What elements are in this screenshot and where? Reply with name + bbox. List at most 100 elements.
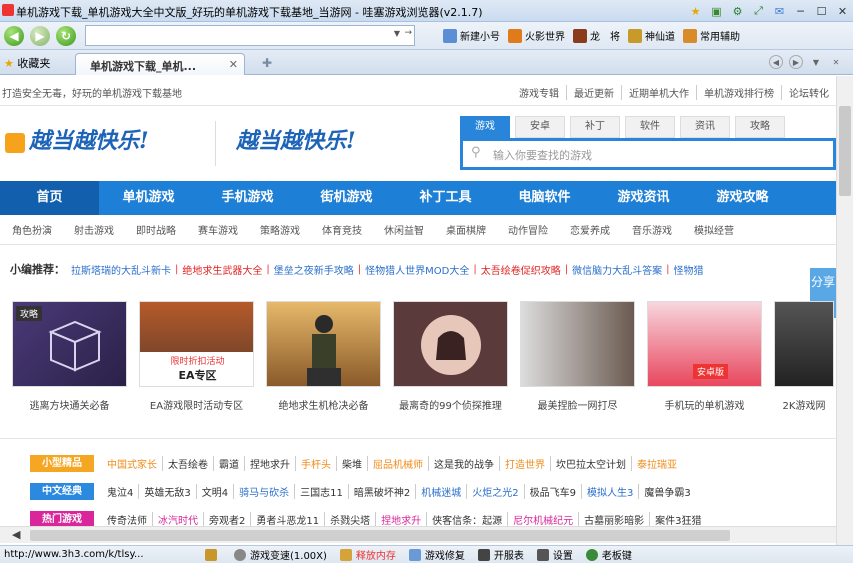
close-button[interactable]: ✕ bbox=[832, 2, 853, 20]
tab-active[interactable]: 单机游戏下载_单机... ✕ bbox=[75, 53, 245, 75]
gear-icon[interactable]: ⚙ bbox=[727, 2, 748, 20]
game-card[interactable]: 限时折扣活动 EA专区 EA游戏限时活动专区 bbox=[139, 301, 254, 421]
game-card[interactable]: 安卓版 手机玩的单机游戏 bbox=[647, 301, 762, 421]
game-card[interactable]: 2K游戏网 bbox=[774, 301, 834, 421]
game-link[interactable]: 案件3狂猎 bbox=[649, 511, 706, 527]
recommend-link[interactable]: 怪物猎人世界MOD大全 bbox=[365, 262, 469, 277]
status-item[interactable]: 开服表 bbox=[477, 547, 524, 562]
chevron-down-icon[interactable]: ▼ bbox=[394, 29, 400, 38]
sub-nav-item[interactable]: 恋爱养成 bbox=[570, 222, 610, 237]
search-tab[interactable]: 游戏 bbox=[460, 116, 510, 138]
game-link[interactable]: 坎巴拉太空计划 bbox=[550, 455, 631, 471]
recommend-link[interactable]: 绝地求生武器大全 bbox=[182, 262, 262, 277]
picture-icon[interactable]: ▣ bbox=[706, 2, 727, 20]
refresh-button[interactable]: ↻ bbox=[56, 26, 76, 46]
toolbar-link[interactable]: 神仙道 bbox=[628, 28, 675, 43]
game-link[interactable]: 魔兽争霸3 bbox=[638, 483, 695, 499]
game-link[interactable]: 英雄无敌3 bbox=[138, 483, 195, 499]
game-link[interactable]: 旁观者2 bbox=[203, 511, 250, 527]
game-card[interactable]: 绝地求生机枪决必备 bbox=[266, 301, 381, 421]
sub-nav-item[interactable]: 策略游戏 bbox=[260, 222, 300, 237]
game-link[interactable]: 捏地求升 bbox=[375, 511, 426, 527]
recommend-link[interactable]: 堡垒之夜新手攻略 bbox=[274, 262, 354, 277]
back-button[interactable]: ◀ bbox=[4, 26, 24, 46]
tab-left-icon[interactable]: ◀ bbox=[769, 55, 783, 69]
toolbar-link[interactable]: 常用辅助 bbox=[683, 28, 740, 43]
nav-item[interactable]: 手机游戏 bbox=[198, 181, 297, 215]
site-logo[interactable]: 越当越快乐! bbox=[5, 119, 165, 169]
status-item[interactable] bbox=[205, 548, 221, 561]
scrollbar-thumb[interactable] bbox=[30, 530, 730, 541]
search-tab[interactable]: 攻略 bbox=[735, 116, 785, 138]
status-item[interactable]: 游戏修复 bbox=[408, 547, 465, 562]
star-icon[interactable]: ★ bbox=[685, 2, 706, 20]
search-tab[interactable]: 补丁 bbox=[570, 116, 620, 138]
nav-item[interactable]: 电脑软件 bbox=[495, 181, 594, 215]
vertical-scrollbar[interactable] bbox=[836, 76, 853, 545]
top-link[interactable]: 论坛转化 bbox=[781, 85, 836, 100]
horizontal-scrollbar[interactable]: ◀ bbox=[0, 526, 836, 543]
nav-item[interactable]: 游戏攻略 bbox=[693, 181, 792, 215]
recommend-link[interactable]: 拉斯塔瑞的大乱斗新卡 bbox=[71, 262, 171, 277]
nav-item[interactable]: 街机游戏 bbox=[297, 181, 396, 215]
favorites-button[interactable]: ★ 收藏夹 bbox=[4, 55, 50, 71]
toolbar-link[interactable]: 龙 将 bbox=[573, 28, 620, 43]
game-card[interactable]: 最美捏脸一网打尽 bbox=[520, 301, 635, 421]
game-link[interactable]: 传奇法师 bbox=[102, 512, 152, 527]
game-link[interactable]: 手杆头 bbox=[295, 455, 336, 471]
search-tab[interactable]: 软件 bbox=[625, 116, 675, 138]
minimize-button[interactable]: ─ bbox=[790, 2, 811, 20]
go-icon[interactable]: → bbox=[404, 28, 412, 38]
nav-item[interactable]: 游戏资讯 bbox=[594, 181, 693, 215]
game-link[interactable]: 这是我的战争 bbox=[428, 455, 499, 471]
chat-icon[interactable]: ✉ bbox=[769, 2, 790, 20]
scroll-left-icon[interactable]: ◀ bbox=[12, 528, 20, 541]
game-link[interactable]: 泰拉瑞亚 bbox=[631, 455, 682, 471]
game-link[interactable]: 霸道 bbox=[213, 455, 244, 471]
game-link[interactable]: 骑马与砍杀 bbox=[233, 483, 294, 499]
sub-nav-item[interactable]: 模拟经营 bbox=[694, 222, 734, 237]
game-link[interactable]: 屈品机械师 bbox=[367, 455, 428, 471]
game-link[interactable]: 侠客信条：起源 bbox=[426, 511, 507, 527]
game-link[interactable]: 机械迷城 bbox=[415, 483, 466, 499]
game-link[interactable]: 模拟人生3 bbox=[580, 483, 638, 499]
top-link[interactable]: 单机游戏排行榜 bbox=[696, 85, 781, 100]
recommend-link[interactable]: 太吾绘卷促织攻略 bbox=[481, 262, 561, 277]
game-link[interactable]: 打造世界 bbox=[499, 455, 550, 471]
game-link[interactable]: 捏地求升 bbox=[244, 455, 295, 471]
tab-list-icon[interactable]: ▼ bbox=[809, 55, 823, 69]
sub-nav-item[interactable]: 角色扮演 bbox=[12, 222, 52, 237]
game-link[interactable]: 太吾绘卷 bbox=[162, 455, 213, 471]
sub-nav-item[interactable]: 体育竞技 bbox=[322, 222, 362, 237]
recommend-link[interactable]: 微信脑力大乱斗答案 bbox=[572, 262, 662, 277]
fullscreen-icon[interactable]: ⤢ bbox=[748, 2, 769, 20]
game-link[interactable]: 杀戮尖塔 bbox=[324, 511, 375, 527]
close-icon[interactable]: ✕ bbox=[829, 55, 843, 69]
game-link[interactable]: 古墓丽影暗影 bbox=[578, 511, 649, 527]
sub-nav-item[interactable]: 射击游戏 bbox=[74, 222, 114, 237]
game-link[interactable]: 暗黑破坏神2 bbox=[347, 483, 415, 499]
game-link[interactable]: 勇者斗恶龙11 bbox=[250, 511, 324, 527]
sub-nav-item[interactable]: 动作冒险 bbox=[508, 222, 548, 237]
category-tag[interactable]: 热门游戏 bbox=[30, 510, 94, 528]
toolbar-link[interactable]: 新建小号 bbox=[443, 28, 500, 43]
toolbar-link[interactable]: 火影世界 bbox=[508, 28, 565, 43]
search-tab[interactable]: 资讯 bbox=[680, 116, 730, 138]
status-item[interactable]: 设置 bbox=[536, 547, 573, 562]
game-link[interactable]: 尼尔机械纪元 bbox=[507, 511, 578, 527]
game-card[interactable]: 最离奇的99个侦探推理 bbox=[393, 301, 508, 421]
game-link[interactable]: 柴堆 bbox=[336, 455, 367, 471]
status-item[interactable]: 老板键 bbox=[585, 547, 632, 562]
sub-nav-item[interactable]: 音乐游戏 bbox=[632, 222, 672, 237]
sub-nav-item[interactable]: 休闲益智 bbox=[384, 222, 424, 237]
search-input[interactable]: ⚲ 输入你要查找的游戏 bbox=[460, 138, 836, 170]
nav-item[interactable]: 单机游戏 bbox=[99, 181, 198, 215]
category-tag[interactable]: 中文经典 bbox=[30, 482, 94, 500]
top-link[interactable]: 游戏专辑 bbox=[512, 85, 566, 100]
category-tag[interactable]: 小型精品 bbox=[30, 454, 94, 472]
tab-right-icon[interactable]: ▶ bbox=[789, 55, 803, 69]
sub-nav-item[interactable]: 即时战略 bbox=[136, 222, 176, 237]
scrollbar-thumb[interactable] bbox=[839, 106, 851, 196]
forward-button[interactable]: ▶ bbox=[30, 26, 50, 46]
nav-item-home[interactable]: 首页 bbox=[0, 181, 99, 215]
